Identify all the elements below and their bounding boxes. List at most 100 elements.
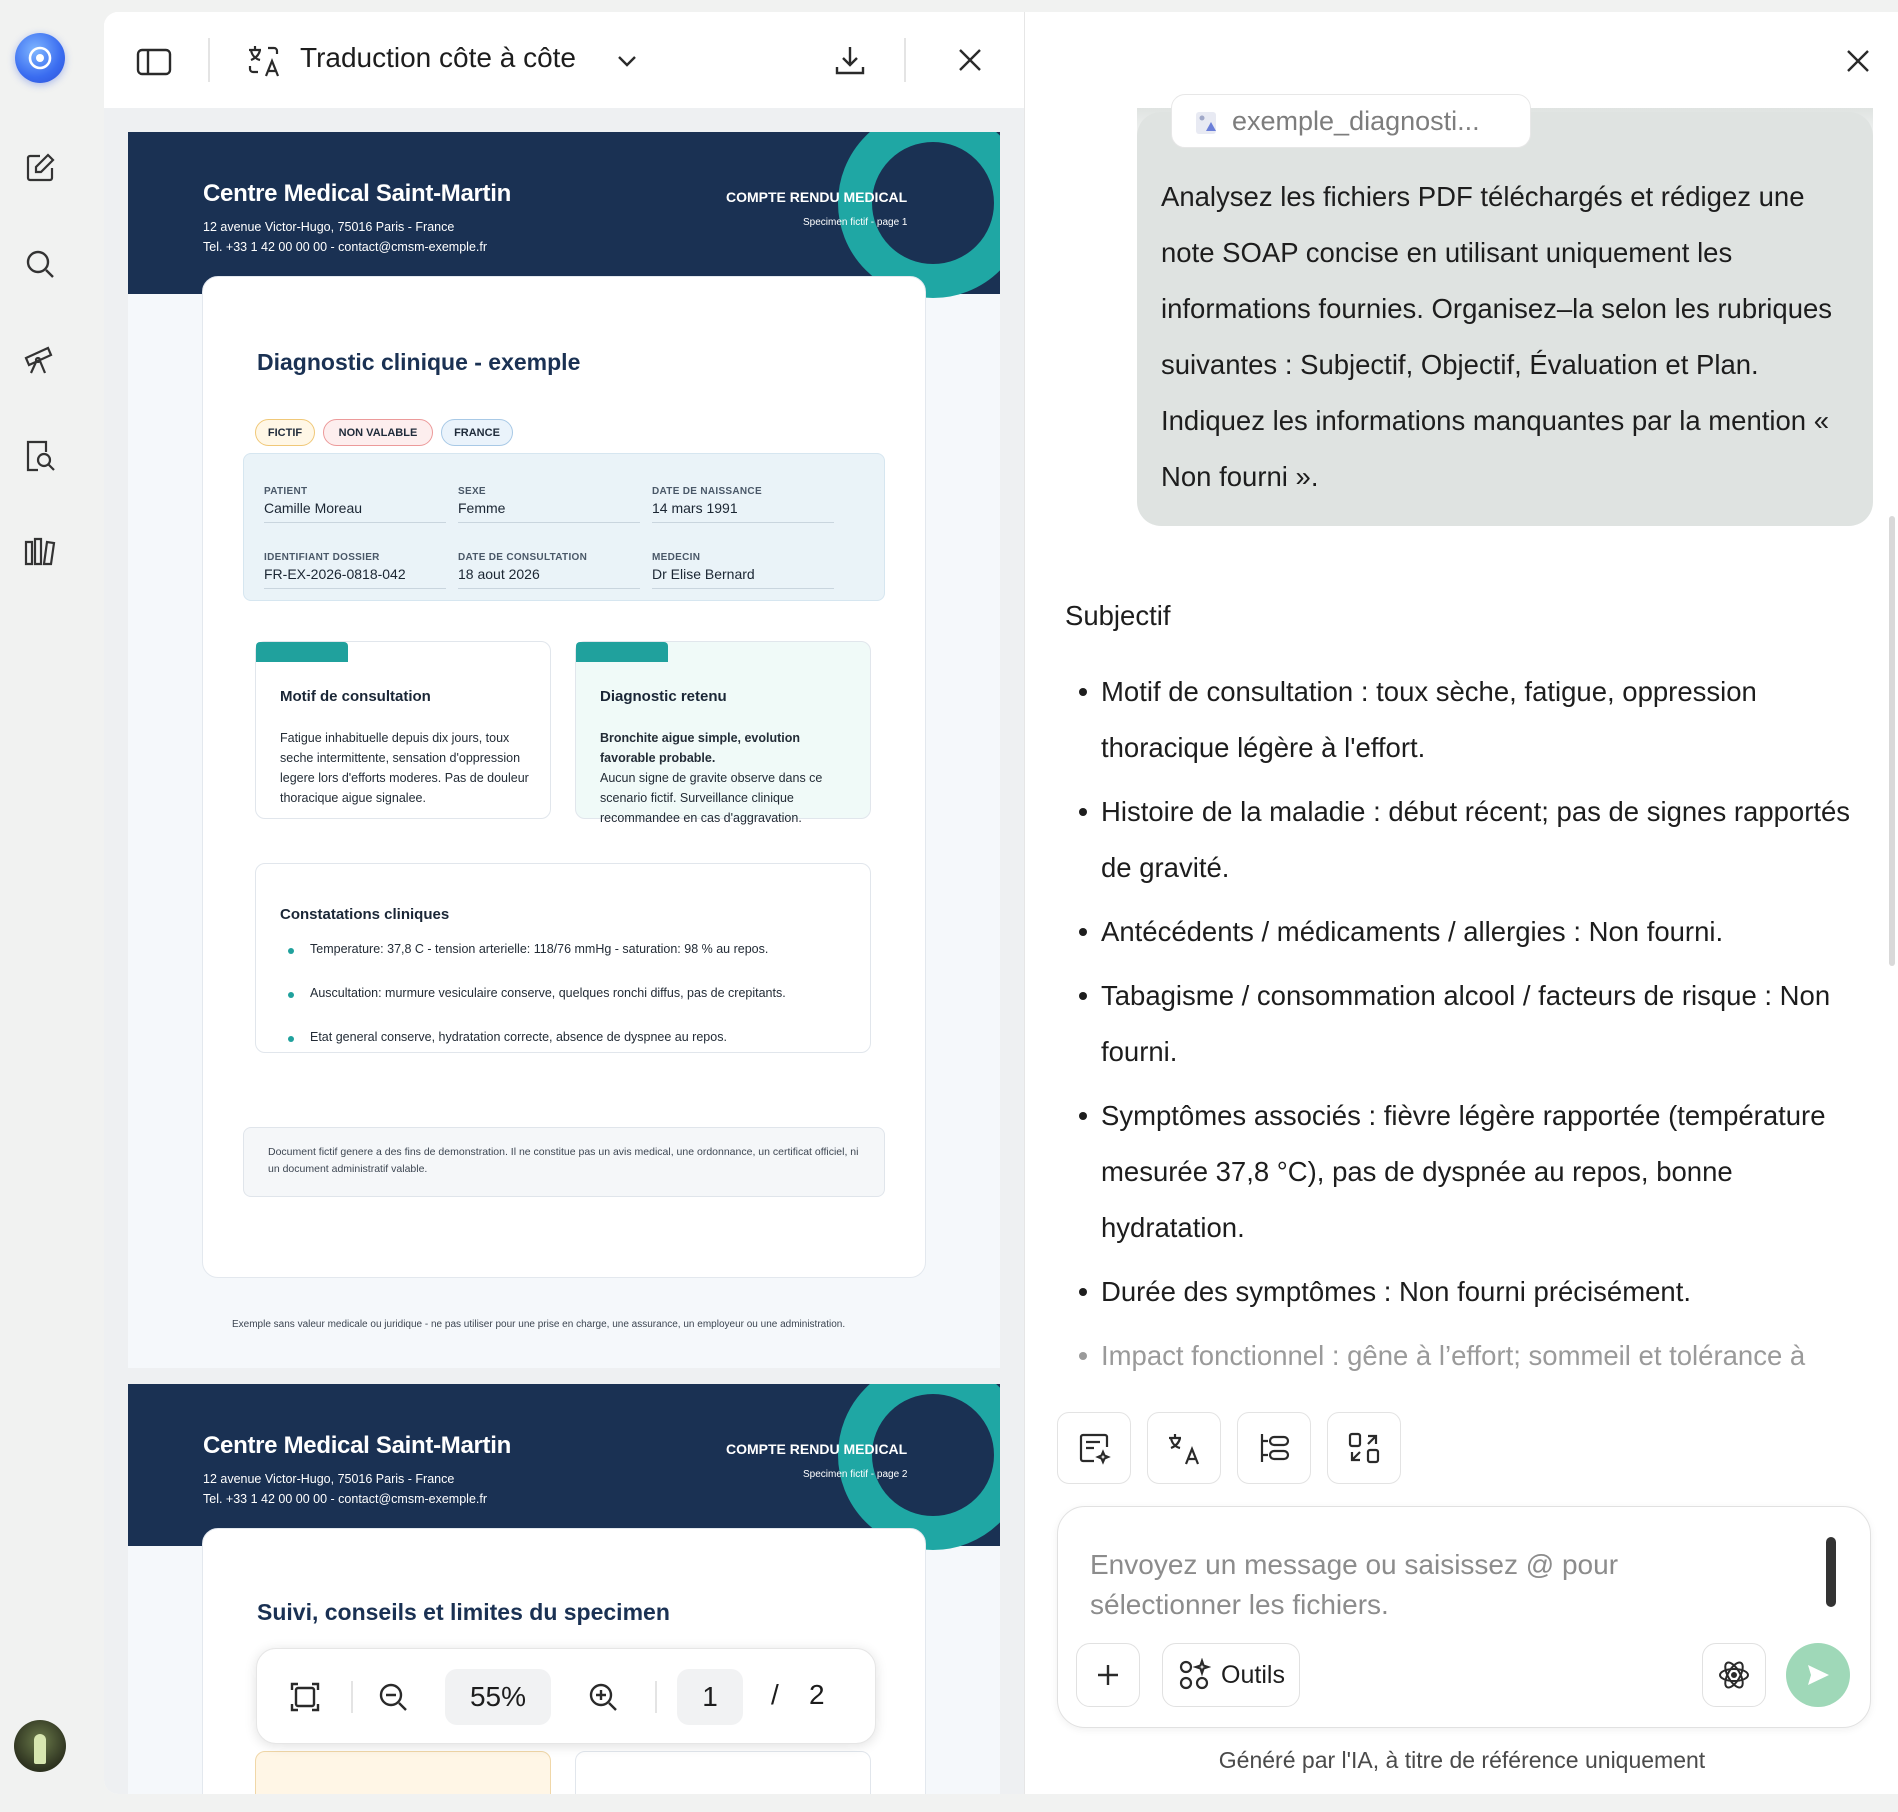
attached-file-chip[interactable]: exemple_diagnosti... bbox=[1171, 94, 1531, 148]
tools-icon bbox=[1179, 1658, 1212, 1690]
tag-non-valable: NON VALABLE bbox=[323, 419, 433, 446]
user-message-text: Analysez les fichiers PDF téléchargés et… bbox=[1161, 181, 1833, 492]
card-accent-bar bbox=[256, 642, 348, 662]
diagnostic-card: Diagnostic retenu Bronchite aigue simple… bbox=[575, 641, 871, 825]
clinic-contact: Tel. +33 1 42 00 00 00 - contact@cmsm-ex… bbox=[203, 1492, 488, 1506]
response-section-title: Subjectif bbox=[1065, 600, 1171, 631]
app-sidebar bbox=[0, 0, 104, 1812]
send-button[interactable] bbox=[1786, 1643, 1850, 1707]
disclaimer-text: Document fictif genere a des fins de dem… bbox=[268, 1146, 859, 1175]
translate-icon bbox=[244, 40, 284, 80]
add-attachment-button[interactable] bbox=[1076, 1643, 1140, 1707]
field-underline bbox=[264, 588, 446, 589]
chevron-down-icon[interactable] bbox=[612, 46, 642, 76]
search-icon[interactable] bbox=[20, 244, 60, 284]
user-avatar[interactable] bbox=[14, 1720, 66, 1772]
response-bullet: Histoire de la maladie : début récent; p… bbox=[1079, 784, 1881, 896]
summary-action-button[interactable] bbox=[1057, 1412, 1131, 1484]
patient-value: Camille Moreau bbox=[264, 500, 363, 516]
disclaimer-box: Document fictif genere a des fins de dem… bbox=[243, 1127, 885, 1197]
field-underline bbox=[264, 522, 446, 523]
field-underline bbox=[458, 588, 640, 589]
library-icon[interactable] bbox=[20, 532, 60, 572]
compare-action-button[interactable] bbox=[1327, 1412, 1401, 1484]
constatations-title: Constatations cliniques bbox=[280, 906, 450, 923]
close-chat-icon[interactable] bbox=[1845, 48, 1881, 84]
constatations-card: Constatations cliniques Temperature: 37,… bbox=[255, 863, 871, 1053]
document-card: Diagnostic clinique - exemple FICTIF NON… bbox=[202, 276, 926, 1278]
atom-icon bbox=[1719, 1661, 1749, 1689]
constat-item: Etat general conserve, hydratation corre… bbox=[310, 1030, 727, 1044]
field-underline bbox=[652, 522, 834, 523]
motif-text: Fatigue inhabituelle depuis dix jours, t… bbox=[280, 731, 529, 805]
tools-button[interactable]: Outils bbox=[1162, 1643, 1300, 1707]
zoom-toolbar: 55% 1 / 2 bbox=[256, 1648, 876, 1744]
constat-item: Temperature: 37,8 C - tension arterielle… bbox=[310, 942, 769, 956]
report-type: COMPTE RENDU MEDICAL bbox=[726, 189, 908, 205]
tag-fictif: FICTIF bbox=[255, 419, 315, 446]
chat-scrollbar[interactable] bbox=[1889, 516, 1895, 966]
tag-france: FRANCE bbox=[441, 419, 513, 446]
diagnostic-text: Aucun signe de gravite observe dans ce s… bbox=[600, 771, 823, 825]
document-title: Suivi, conseils et limites du specimen bbox=[257, 1599, 670, 1625]
header-divider bbox=[904, 38, 906, 82]
input-scroll-handle[interactable] bbox=[1826, 1537, 1836, 1607]
zoom-out-icon[interactable] bbox=[373, 1677, 413, 1717]
diagnostic-title: Diagnostic retenu bbox=[600, 688, 727, 705]
message-composer[interactable]: Envoyez un message ou saisissez @ pour s… bbox=[1057, 1506, 1871, 1728]
close-icon[interactable] bbox=[952, 42, 988, 78]
medecin-label: MEDECIN bbox=[652, 552, 701, 563]
pdf-viewer-panel: Traduction côte à côte Centre Medical Sa… bbox=[104, 12, 1024, 1794]
page-total: 2 bbox=[809, 1679, 825, 1710]
id-label: IDENTIFIANT DOSSIER bbox=[264, 552, 380, 563]
chat-panel: exemple_diagnosti... Analysez les fichie… bbox=[1024, 12, 1898, 1794]
document-search-icon[interactable] bbox=[20, 436, 60, 476]
response-bullet: Antécédents / médicaments / allergies : … bbox=[1079, 904, 1881, 960]
translate-action-button[interactable] bbox=[1147, 1412, 1221, 1484]
page-footer-note: Exemple sans valeur medicale ou juridiqu… bbox=[232, 1319, 846, 1330]
field-underline bbox=[458, 522, 640, 523]
toggle-sidebar-icon[interactable] bbox=[134, 42, 174, 82]
document-title: Diagnostic clinique - exemple bbox=[257, 349, 581, 375]
zoom-level[interactable]: 55% bbox=[445, 1669, 551, 1725]
page2-card bbox=[575, 1751, 871, 1794]
ai-disclaimer: Généré par l'IA, à titre de référence un… bbox=[1218, 1747, 1706, 1773]
bullet-dot bbox=[288, 1036, 294, 1042]
response-bullet: Symptômes associés : fièvre légère rappo… bbox=[1079, 1088, 1881, 1256]
dob-value: 14 mars 1991 bbox=[652, 500, 738, 516]
clinic-name: Centre Medical Saint-Martin bbox=[203, 1432, 511, 1459]
app-logo-icon[interactable] bbox=[15, 33, 65, 83]
clinic-address: 12 avenue Victor-Hugo, 75016 Paris - Fra… bbox=[203, 220, 455, 234]
download-icon[interactable] bbox=[830, 40, 870, 80]
response-bullet: Tabagisme / consommation alcool / facteu… bbox=[1079, 968, 1881, 1080]
consult-value: 18 aout 2026 bbox=[458, 566, 540, 582]
medecin-value: Dr Elise Bernard bbox=[652, 566, 755, 582]
constat-item: Auscultation: murmure vesiculaire conser… bbox=[310, 986, 786, 1000]
clinic-contact: Tel. +33 1 42 00 00 00 - contact@cmsm-ex… bbox=[203, 240, 488, 254]
page2-card bbox=[255, 1751, 551, 1794]
zoom-in-icon[interactable] bbox=[583, 1677, 623, 1717]
specimen-label: Specimen fictif - page 2 bbox=[803, 1469, 908, 1480]
fit-page-icon[interactable] bbox=[285, 1677, 325, 1717]
specimen-label: Specimen fictif - page 1 bbox=[803, 217, 908, 228]
motif-title: Motif de consultation bbox=[280, 688, 431, 705]
field-underline bbox=[652, 588, 834, 589]
response-bullet: Durée des symptômes : Non fourni précisé… bbox=[1079, 1264, 1881, 1320]
message-input[interactable]: Envoyez un message ou saisissez @ pour s… bbox=[1090, 1545, 1730, 1625]
patient-label: PATIENT bbox=[264, 486, 308, 497]
new-chat-icon[interactable] bbox=[20, 148, 60, 188]
sexe-label: SEXE bbox=[458, 486, 486, 497]
model-selector-button[interactable] bbox=[1702, 1643, 1766, 1707]
toolbar-divider bbox=[655, 1681, 657, 1713]
pdf-canvas[interactable]: Centre Medical Saint-Martin 12 avenue Vi… bbox=[104, 108, 1024, 1794]
patient-info-box: PATIENT Camille Moreau SEXE Femme DATE D… bbox=[243, 453, 885, 601]
telescope-icon[interactable] bbox=[20, 338, 60, 378]
page-number-input[interactable]: 1 bbox=[677, 1669, 743, 1725]
pdf-page-1: Centre Medical Saint-Martin 12 avenue Vi… bbox=[128, 132, 1000, 1368]
tools-label: Outils bbox=[1221, 1660, 1285, 1689]
pdf-file-icon bbox=[1194, 109, 1222, 137]
mindmap-action-button[interactable] bbox=[1237, 1412, 1311, 1484]
dob-label: DATE DE NAISSANCE bbox=[652, 486, 762, 497]
response-bullet: Motif de consultation : toux sèche, fati… bbox=[1079, 664, 1881, 776]
viewer-title[interactable]: Traduction côte à côte bbox=[300, 42, 576, 74]
